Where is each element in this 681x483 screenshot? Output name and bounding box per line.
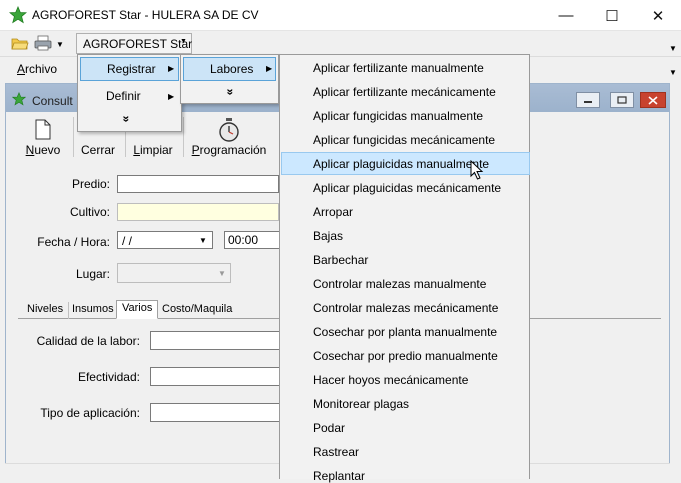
child-close-icon xyxy=(648,95,658,105)
window-title: AGROFOREST Star - HULERA SA DE CV xyxy=(32,8,259,22)
nuevo-button[interactable]: Nuevo xyxy=(18,117,68,161)
app-star-icon xyxy=(9,6,27,24)
labor-item[interactable]: Barbechar xyxy=(313,253,368,267)
labor-item[interactable]: Replantar xyxy=(313,469,365,483)
tipo-aplicacion-label: Tipo de aplicación: xyxy=(40,406,140,420)
printer-dropdown-icon[interactable]: ▼ xyxy=(56,40,64,49)
submenu-expand-chevron-icon[interactable]: » xyxy=(223,89,237,96)
minimize-icon: — xyxy=(558,7,574,24)
menu-item-labores-label: Labores xyxy=(210,62,254,76)
labor-item[interactable]: Bajas xyxy=(313,229,343,243)
efectividad-label: Efectividad: xyxy=(77,370,140,384)
app-menu-dropdown-icon: ▼ xyxy=(180,38,187,45)
registrar-submenu: Labores ▶ » xyxy=(180,54,279,104)
labor-item[interactable]: Aplicar fertilizante manualmente xyxy=(313,61,484,75)
limpiar-label: Limpiar xyxy=(133,143,173,157)
toolbar-separator xyxy=(73,117,74,157)
hora-input[interactable]: 00:00 xyxy=(224,231,280,249)
menu-item-labores[interactable]: Labores xyxy=(183,57,276,81)
labor-item[interactable]: Rastrear xyxy=(313,445,359,459)
fecha-dropdown-icon[interactable]: ▼ xyxy=(199,236,207,245)
child-window-title: Consult xyxy=(32,94,73,108)
cultivo-input[interactable] xyxy=(117,203,279,221)
lugar-select[interactable] xyxy=(117,263,231,283)
labor-item[interactable]: Hacer hoyos mecánicamente xyxy=(313,373,468,387)
menu-item-registrar[interactable]: Registrar xyxy=(80,57,179,81)
maximize-button[interactable]: ☐ xyxy=(589,0,635,31)
hora-value: 00:00 xyxy=(228,233,259,247)
labores-submenu-arrow-icon: ▶ xyxy=(266,64,273,73)
tipo-aplicacion-select[interactable] xyxy=(150,403,281,422)
labor-item[interactable]: Monitorear plagas xyxy=(313,397,409,411)
cerrar-label: Cerrar xyxy=(80,143,115,157)
labor-item[interactable]: Controlar malezas mecánicamente xyxy=(313,301,498,315)
open-folder-icon[interactable] xyxy=(11,35,29,51)
labores-list: Aplicar fertilizante manualmente Aplicar… xyxy=(283,54,528,483)
child-maximize-icon xyxy=(617,96,627,104)
child-star-icon xyxy=(12,92,26,106)
minimize-button[interactable]: — xyxy=(543,0,589,31)
calidad-label: Calidad de la labor: xyxy=(36,334,140,348)
menu-item-registrar-label: Registrar xyxy=(107,62,156,76)
printer-icon[interactable] xyxy=(34,35,52,51)
menu-item-definir[interactable]: Definir xyxy=(80,85,179,109)
registrar-submenu-arrow-icon: ▶ xyxy=(168,64,175,73)
definir-submenu-arrow-icon: ▶ xyxy=(168,92,175,101)
lugar-label: Lugar: xyxy=(75,267,110,281)
menu-archivo[interactable]: Archivo xyxy=(10,62,64,76)
labor-item[interactable]: Aplicar fungicidas manualmente xyxy=(313,109,483,123)
predio-label: Predio: xyxy=(71,177,110,191)
mouse-cursor-icon xyxy=(470,160,484,180)
programacion-label: Programación xyxy=(191,143,267,157)
app-menu-popup: Registrar ▶ Definir ▶ » xyxy=(77,54,182,132)
nuevo-label: Nuevo xyxy=(25,143,61,157)
menu-expand-chevron-icon[interactable]: » xyxy=(119,116,133,123)
labor-item[interactable]: Cosechar por planta manualmente xyxy=(313,325,497,339)
lugar-dropdown-icon: ▼ xyxy=(218,269,226,278)
cultivo-label: Cultivo: xyxy=(69,205,110,219)
toolbar-separator xyxy=(183,117,184,157)
menu-item-definir-label: Definir xyxy=(106,89,141,103)
tab-insumos[interactable]: Insumos xyxy=(67,302,120,319)
fecha-value: / / xyxy=(122,234,133,248)
maximize-icon: ☐ xyxy=(605,7,619,25)
predio-input[interactable] xyxy=(117,175,279,193)
labor-item[interactable]: Controlar malezas manualmente xyxy=(313,277,486,291)
fecha-hora-label: Fecha / Hora: xyxy=(37,235,110,249)
labor-item[interactable]: Aplicar fungicidas mecánicamente xyxy=(313,133,495,147)
child-close-button[interactable] xyxy=(640,92,666,108)
stopwatch-icon xyxy=(219,118,239,142)
close-button[interactable]: ✕ xyxy=(635,0,681,31)
app-menu-button[interactable]: AGROFOREST Star xyxy=(76,33,192,54)
labor-item-highlighted[interactable]: Aplicar plaguicidas manualmente xyxy=(313,157,489,171)
new-document-icon xyxy=(35,119,51,140)
child-minimize-button[interactable] xyxy=(576,92,600,108)
child-maximize-button[interactable] xyxy=(610,92,634,108)
labor-item[interactable]: Podar xyxy=(313,421,345,435)
tab-varios[interactable]: Varios xyxy=(116,300,159,319)
menubar-overflow-icon[interactable]: ▼ xyxy=(669,68,677,77)
labor-item[interactable]: Aplicar plaguicidas mecánicamente xyxy=(313,181,501,195)
efectividad-select[interactable] xyxy=(150,367,281,386)
child-minimize-icon xyxy=(584,101,592,103)
programacion-button[interactable]: Programación xyxy=(188,117,270,161)
toolbar-overflow-icon[interactable]: ▼ xyxy=(669,44,677,53)
labor-item[interactable]: Cosechar por predio manualmente xyxy=(313,349,498,363)
tab-costo-maquila[interactable]: Costo/Maquila xyxy=(157,302,237,319)
labor-item[interactable]: Aplicar fertilizante mecánicamente xyxy=(313,85,496,99)
tab-niveles[interactable]: Niveles xyxy=(22,302,70,319)
calidad-select[interactable] xyxy=(150,331,281,350)
labor-item[interactable]: Arropar xyxy=(313,205,353,219)
close-icon: ✕ xyxy=(651,7,665,25)
